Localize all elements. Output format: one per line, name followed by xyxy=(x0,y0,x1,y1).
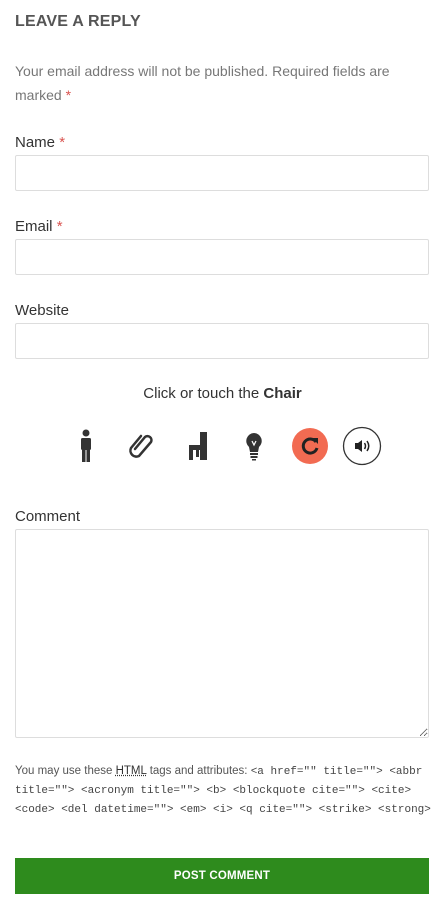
captcha-icons xyxy=(60,426,400,466)
comment-label: Comment xyxy=(15,508,80,525)
notes-text: Your email address will not be published… xyxy=(15,63,390,103)
captcha-prompt-text: Click or touch the xyxy=(143,385,260,402)
refresh-icon[interactable] xyxy=(290,426,330,466)
reply-notes: Your email address will not be published… xyxy=(15,59,415,107)
email-label-text: Email xyxy=(15,218,53,235)
comment-label-text: Comment xyxy=(15,508,81,525)
reply-title: LEAVE A REPLY xyxy=(15,13,141,30)
name-required-mark: * xyxy=(59,134,66,151)
comment-textarea[interactable] xyxy=(15,529,429,738)
email-input[interactable] xyxy=(15,239,429,275)
person-icon[interactable] xyxy=(66,426,106,466)
email-label: Email * xyxy=(15,218,63,235)
paperclip-icon[interactable] xyxy=(122,426,162,466)
chair-icon[interactable] xyxy=(178,426,218,466)
required-mark: * xyxy=(65,87,72,103)
name-label: Name * xyxy=(15,134,65,151)
allowed-suffix: tags and attributes: xyxy=(149,765,248,777)
allowed-tags-note: You may use these HTML tags and attribut… xyxy=(15,762,435,819)
email-required-mark: * xyxy=(56,218,63,235)
captcha-target: Chair xyxy=(263,385,302,402)
lightbulb-icon[interactable] xyxy=(234,426,274,466)
captcha-prompt: Click or touch the Chair xyxy=(0,385,445,402)
post-comment-button[interactable]: POST COMMENT xyxy=(15,858,429,894)
audio-icon[interactable] xyxy=(342,426,382,466)
website-label: Website xyxy=(15,302,69,319)
allowed-prefix: You may use these xyxy=(15,765,113,777)
name-input[interactable] xyxy=(15,155,429,191)
name-label-text: Name xyxy=(15,134,56,151)
html-abbr: HTML xyxy=(115,765,147,777)
website-label-text: Website xyxy=(15,302,69,319)
website-input[interactable] xyxy=(15,323,429,359)
